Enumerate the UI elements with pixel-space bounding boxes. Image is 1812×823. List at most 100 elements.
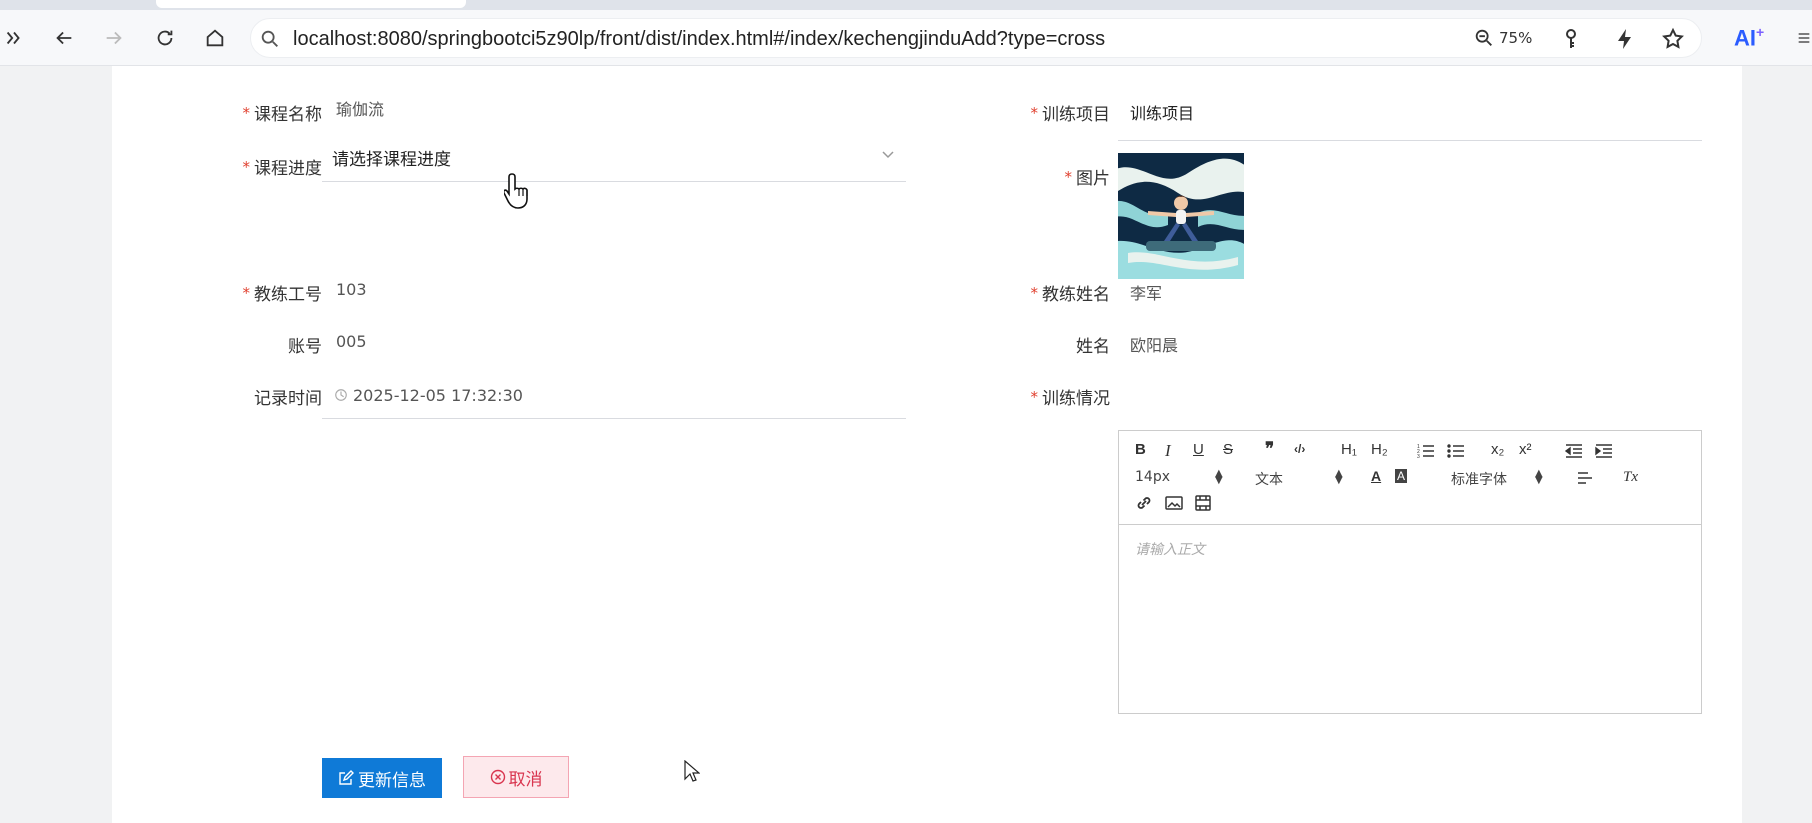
coach-name-value: 李军 bbox=[1130, 284, 1163, 303]
course-name-label: 课程名称 bbox=[254, 105, 322, 125]
select-arrows-icon: ▲ ▼ bbox=[1535, 468, 1543, 486]
ordered-list-icon[interactable]: 123 bbox=[1417, 443, 1435, 459]
training-item-underline bbox=[1118, 140, 1702, 141]
indent-icon[interactable] bbox=[1595, 443, 1613, 459]
required-mark: * bbox=[1030, 103, 1039, 122]
coach-id-value: 103 bbox=[336, 280, 367, 299]
account-field[interactable]: 005 bbox=[336, 332, 367, 351]
outdent-icon[interactable] bbox=[1565, 443, 1583, 459]
name-field[interactable]: 欧阳晨 bbox=[1130, 332, 1178, 356]
font-color-icon[interactable]: A bbox=[1371, 468, 1381, 484]
background-color-icon[interactable]: A bbox=[1395, 469, 1408, 483]
search-icon bbox=[261, 30, 278, 47]
training-status-label-row: * 训练情况 bbox=[1018, 384, 1111, 410]
heading1-button[interactable]: H₁ bbox=[1341, 441, 1357, 458]
sidebar-toggle-icon[interactable] bbox=[0, 24, 28, 52]
url-text[interactable]: localhost:8080/springbootci5z90lp/front/… bbox=[293, 28, 1105, 51]
required-mark: * bbox=[242, 157, 251, 176]
zoom-level: 75% bbox=[1499, 29, 1533, 47]
update-info-label: 更新信息 bbox=[358, 770, 426, 791]
required-mark: * bbox=[1030, 283, 1039, 302]
address-bar[interactable]: localhost:8080/springbootci5z90lp/front/… bbox=[250, 18, 1702, 58]
required-mark: * bbox=[242, 103, 251, 122]
image-label: 图片 bbox=[1076, 169, 1110, 189]
coach-name-label: 教练姓名 bbox=[1042, 285, 1110, 305]
lightning-icon[interactable] bbox=[1613, 27, 1637, 51]
font-size-select[interactable]: 14px ▲ ▼ bbox=[1135, 468, 1225, 486]
key-icon[interactable] bbox=[1559, 27, 1583, 51]
form-page: * 课程名称 瑜伽流 * 训练项目 训练项目 * 课程进度 请选择课程进度 * … bbox=[112, 66, 1742, 823]
training-item-label-row: * 训练项目 bbox=[1018, 100, 1111, 126]
training-item-field[interactable]: 训练项目 bbox=[1130, 100, 1194, 124]
active-tab[interactable] bbox=[156, 0, 466, 8]
hand-cursor-icon bbox=[504, 173, 528, 209]
editor-toolbar: B I U S ❞ ‹/› H₁ H₂ 123 x₂ x² 14px ▲ ▼ 文本… bbox=[1119, 431, 1701, 525]
record-time-label-row: 记录时间 bbox=[230, 384, 322, 409]
video-icon[interactable] bbox=[1195, 495, 1211, 511]
account-label: 账号 bbox=[288, 337, 322, 357]
progress-label-row: * 课程进度 bbox=[230, 154, 323, 180]
blockquote-button[interactable]: ❞ bbox=[1265, 439, 1274, 459]
clear-format-button[interactable]: Tx bbox=[1623, 469, 1638, 486]
editor-placeholder[interactable]: 请输入正文 bbox=[1135, 539, 1205, 559]
ai-label: AI bbox=[1734, 25, 1756, 51]
bullet-list-icon[interactable] bbox=[1447, 443, 1465, 459]
required-mark: * bbox=[1030, 387, 1039, 406]
ai-button[interactable]: AI+ bbox=[1734, 24, 1764, 51]
svg-text:3: 3 bbox=[1417, 454, 1420, 459]
training-status-label: 训练情况 bbox=[1042, 389, 1110, 409]
progress-select[interactable]: 请选择课程进度 bbox=[322, 134, 906, 182]
course-name-label-row: * 课程名称 bbox=[230, 100, 323, 126]
coach-name-label-row: * 教练姓名 bbox=[1018, 280, 1111, 306]
account-value: 005 bbox=[336, 332, 367, 351]
training-item-value: 训练项目 bbox=[1130, 104, 1195, 123]
superscript-button[interactable]: x² bbox=[1519, 441, 1532, 458]
cancel-button[interactable]: 取消 bbox=[463, 756, 569, 798]
required-mark: * bbox=[242, 283, 251, 302]
name-label-row: 姓名 bbox=[1018, 332, 1110, 357]
tab-strip bbox=[0, 0, 1812, 10]
coach-name-field[interactable]: 李军 bbox=[1130, 280, 1162, 304]
strike-button[interactable]: S bbox=[1223, 441, 1233, 458]
rich-text-editor: B I U S ❞ ‹/› H₁ H₂ 123 x₂ x² 14px ▲ ▼ 文本… bbox=[1118, 430, 1702, 714]
browser-toolbar: localhost:8080/springbootci5z90lp/front/… bbox=[0, 10, 1812, 66]
bold-button[interactable]: B bbox=[1135, 441, 1146, 458]
underline-button[interactable]: U bbox=[1193, 441, 1204, 458]
record-time-field[interactable]: 2025-12-05 17:32:30 bbox=[322, 372, 906, 419]
clock-icon bbox=[335, 389, 347, 401]
code-block-button[interactable]: ‹/› bbox=[1294, 442, 1305, 456]
chevron-down-icon bbox=[882, 151, 894, 159]
link-icon[interactable] bbox=[1135, 495, 1153, 511]
select-arrows-icon: ▲ ▼ bbox=[1335, 468, 1343, 486]
update-info-button[interactable]: 更新信息 bbox=[322, 758, 442, 798]
course-name-field[interactable]: 瑜伽流 bbox=[322, 88, 906, 128]
name-value: 欧阳晨 bbox=[1130, 336, 1179, 355]
edit-icon bbox=[339, 770, 354, 785]
font-size-value: 14px bbox=[1135, 469, 1170, 485]
subscript-button[interactable]: x₂ bbox=[1491, 441, 1504, 458]
star-icon[interactable] bbox=[1661, 27, 1685, 51]
zoom-out-icon bbox=[1475, 29, 1492, 46]
progress-label: 课程进度 bbox=[254, 159, 322, 179]
back-icon[interactable] bbox=[50, 24, 78, 52]
menu-icon[interactable] bbox=[1796, 24, 1812, 52]
font-family-select[interactable]: 标准字体 ▲ ▼ bbox=[1451, 469, 1545, 489]
ai-sup: + bbox=[1756, 24, 1765, 40]
reload-icon[interactable] bbox=[151, 24, 179, 52]
font-family-value: 标准字体 bbox=[1451, 472, 1507, 488]
arrow-cursor-icon bbox=[684, 760, 700, 782]
block-type-select[interactable]: 文本 ▲ ▼ bbox=[1255, 469, 1345, 489]
italic-button[interactable]: I bbox=[1165, 441, 1171, 461]
yoga-thumbnail-image[interactable] bbox=[1118, 153, 1244, 279]
home-icon[interactable] bbox=[201, 24, 229, 52]
zoom-indicator[interactable]: 75% bbox=[1473, 27, 1532, 49]
heading2-button[interactable]: H₂ bbox=[1371, 441, 1388, 458]
course-name-value: 瑜伽流 bbox=[336, 100, 385, 119]
record-time-value: 2025-12-05 17:32:30 bbox=[353, 385, 523, 405]
name-label: 姓名 bbox=[1076, 337, 1110, 357]
image-icon[interactable] bbox=[1165, 495, 1183, 511]
coach-id-field[interactable]: 103 bbox=[336, 280, 367, 299]
align-left-icon[interactable] bbox=[1577, 471, 1593, 485]
forward-icon[interactable] bbox=[100, 24, 128, 52]
select-arrows-icon: ▲ ▼ bbox=[1215, 468, 1223, 486]
